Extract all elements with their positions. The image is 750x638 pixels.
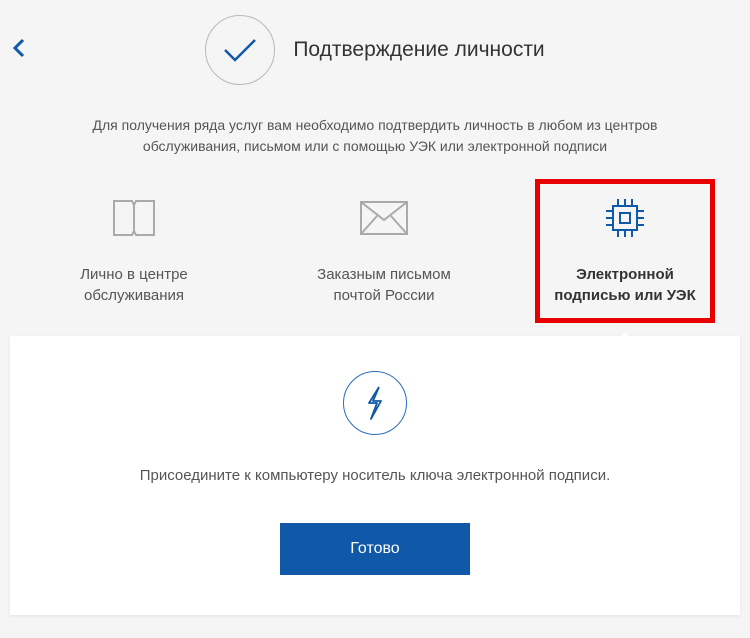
page-header: Подтверждение личности xyxy=(0,0,750,85)
option-esignature[interactable]: Электронной подписью или УЭК xyxy=(535,179,715,323)
page-title: Подтверждение личности xyxy=(293,38,544,62)
chip-icon xyxy=(601,192,649,244)
envelope-icon xyxy=(359,192,409,244)
option-label: Заказным письмом почтой России xyxy=(294,264,474,306)
instruction-card: Присоедините к компьютеру носитель ключа… xyxy=(10,336,740,615)
option-mail[interactable]: Заказным письмом почтой России xyxy=(294,192,474,306)
check-icon xyxy=(205,15,275,85)
option-label: Лично в центре обслуживания xyxy=(44,264,224,306)
lightning-icon xyxy=(343,371,407,435)
option-in-person[interactable]: Лично в центре обслуживания xyxy=(44,192,224,306)
ready-button[interactable]: Готово xyxy=(280,523,469,575)
verification-options: Лично в центре обслуживания Заказным пис… xyxy=(0,192,750,306)
card-instruction: Присоедините к компьютеру носитель ключа… xyxy=(50,465,700,488)
back-arrow[interactable] xyxy=(12,38,28,58)
book-icon xyxy=(110,192,158,244)
option-label: Электронной подписью или УЭК xyxy=(544,264,706,306)
page-description: Для получения ряда услуг вам необходимо … xyxy=(0,115,750,157)
